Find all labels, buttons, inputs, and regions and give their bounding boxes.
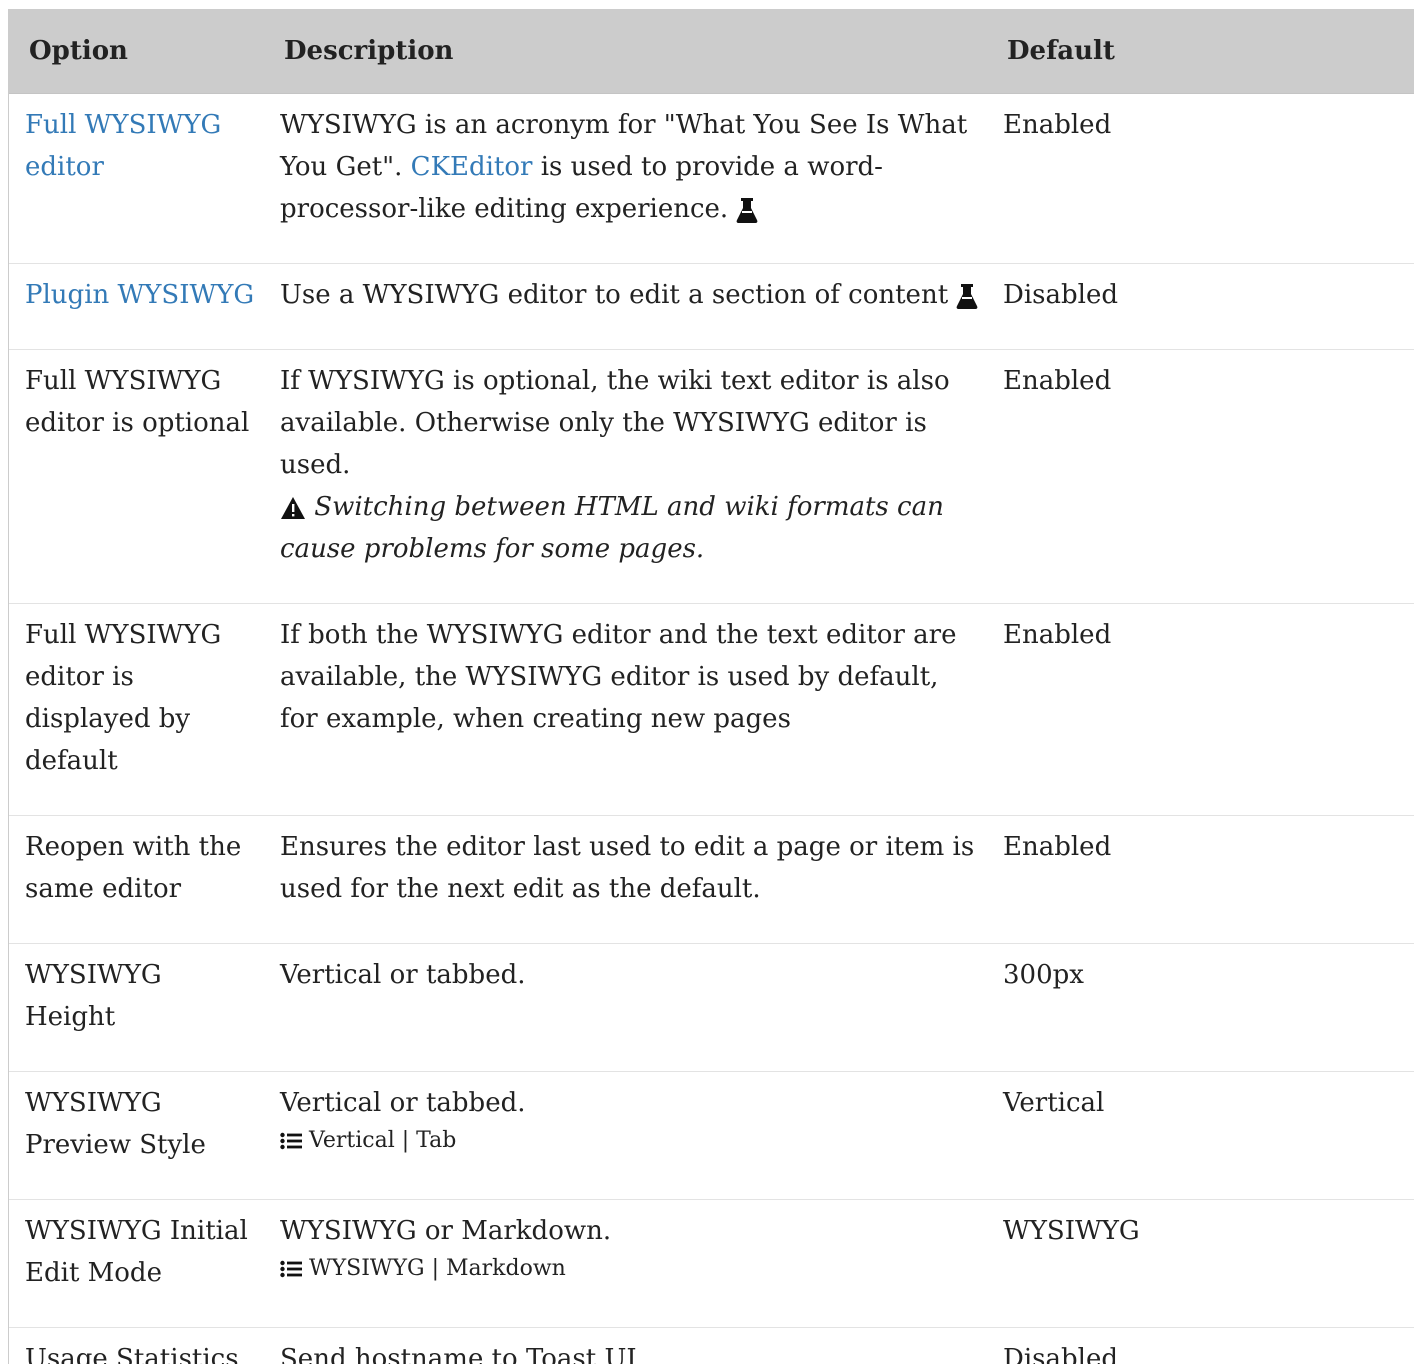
header-option: Option [9,9,264,94]
options-hint-text: Vertical | Tab [309,1128,457,1153]
flask-icon [736,197,758,223]
cell-description: WYSIWYG is an acronym for "What You See … [264,93,987,264]
cell-description: Send hostname to Toast UI. [264,1327,987,1364]
warning-icon [280,496,306,520]
cell-description: Vertical or tabbed. Vertical | Tab [264,1071,987,1200]
options-page: Option Description Default Full WYSIWYG … [0,0,1414,1364]
list-icon [280,1260,302,1278]
description-text: If WYSIWYG is optional, the wiki text ed… [280,366,950,480]
table-row: Full WYSIWYG editor is optional If WYSIW… [9,349,1414,604]
cell-description: Vertical or tabbed. [264,943,987,1072]
cell-option: Usage Statistics [9,1327,264,1364]
cell-default: Disabled [987,1327,1414,1364]
description-text: Vertical or tabbed. [280,1088,526,1118]
cell-description: If WYSIWYG is optional, the wiki text ed… [264,349,987,604]
list-icon [280,1132,302,1150]
cell-default: Enabled [987,603,1414,816]
cell-default: Enabled [987,93,1414,264]
cell-description: Ensures the editor last used to edit a p… [264,815,987,944]
warning-note: Switching between HTML and wiki formats … [280,486,981,570]
cell-default: Disabled [987,263,1414,350]
options-hint: Vertical | Tab [280,1124,981,1158]
cell-option: WYSIWYG Initial Edit Mode [9,1199,264,1328]
options-table: Option Description Default Full WYSIWYG … [9,9,1414,1364]
table-row: WYSIWYG Height Vertical or tabbed. 300px [9,943,1414,1072]
plugin-wysiwyg-link[interactable]: Plugin WYSIWYG [25,280,254,310]
cell-option: Full WYSIWYG editor is optional [9,349,264,604]
table-row: Full WYSIWYG editor WYSIWYG is an acrony… [9,93,1414,264]
cell-description: If both the WYSIWYG editor and the text … [264,603,987,816]
cell-default: 300px [987,943,1414,1072]
cell-default: Enabled [987,815,1414,944]
cell-description: Use a WYSIWYG editor to edit a section o… [264,263,987,350]
ckeditor-link[interactable]: CKEditor [411,152,533,182]
cell-default: Enabled [987,349,1414,604]
cell-option: WYSIWYG Preview Style [9,1071,264,1200]
cell-description: WYSIWYG or Markdown. WYSIWYG | Markdown [264,1199,987,1328]
cell-option: Plugin WYSIWYG [9,263,264,350]
cell-option: Reopen with the same editor [9,815,264,944]
cell-option: Full WYSIWYG editor [9,93,264,264]
options-hint: WYSIWYG | Markdown [280,1252,981,1286]
table-row: WYSIWYG Preview Style Vertical or tabbed… [9,1071,1414,1200]
header-default: Default [987,9,1414,94]
table-header-row: Option Description Default [9,9,1414,94]
cell-default: Vertical [987,1071,1414,1200]
table-row: WYSIWYG Initial Edit Mode WYSIWYG or Mar… [9,1199,1414,1328]
description-text: WYSIWYG or Markdown. [280,1216,612,1246]
flask-icon [956,283,978,309]
options-hint-text: WYSIWYG | Markdown [309,1256,566,1281]
full-wysiwyg-editor-link[interactable]: Full WYSIWYG editor [25,110,221,182]
cell-option: Full WYSIWYG editor is displayed by defa… [9,603,264,816]
table-row: Usage Statistics Send hostname to Toast … [9,1327,1414,1364]
description-text: Use a WYSIWYG editor to edit a section o… [280,280,957,310]
table-row: Plugin WYSIWYG Use a WYSIWYG editor to e… [9,263,1414,350]
table-row: Full WYSIWYG editor is displayed by defa… [9,603,1414,816]
table-row: Reopen with the same editor Ensures the … [9,815,1414,944]
warning-text: Switching between HTML and wiki formats … [280,492,944,564]
cell-option: WYSIWYG Height [9,943,264,1072]
cell-default: WYSIWYG [987,1199,1414,1328]
header-description: Description [264,9,987,94]
